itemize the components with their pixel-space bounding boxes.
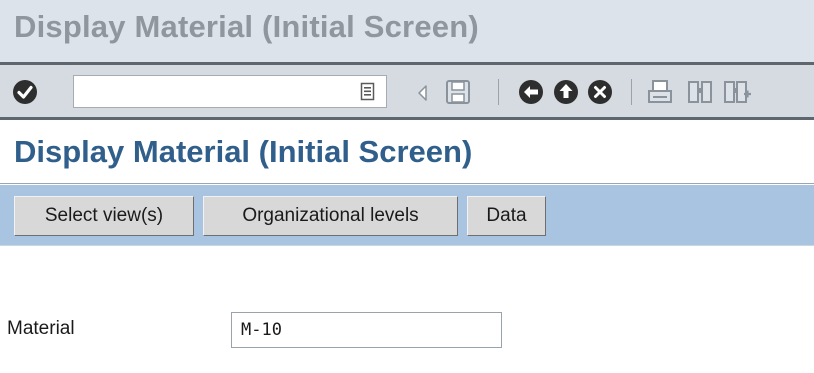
- collapse-left-icon[interactable]: [416, 84, 428, 102]
- window-title-bar: Display Material (Initial Screen): [0, 0, 814, 62]
- exit-icon[interactable]: [552, 78, 580, 106]
- find-next-icon[interactable]: [722, 78, 752, 106]
- back-icon[interactable]: [517, 78, 545, 106]
- command-history-icon[interactable]: [360, 82, 376, 102]
- print-icon[interactable]: [646, 78, 674, 106]
- save-icon[interactable]: [444, 78, 472, 106]
- screen-title-bar: Display Material (Initial Screen): [0, 120, 814, 184]
- cancel-icon[interactable]: [586, 78, 614, 106]
- enter-icon[interactable]: [11, 78, 39, 106]
- screen-title: Display Material (Initial Screen): [14, 134, 473, 169]
- toolbar-separator: [631, 79, 632, 105]
- command-field[interactable]: [73, 75, 387, 108]
- toolbar-separator: [498, 79, 499, 105]
- select-views-button[interactable]: Select view(s): [14, 196, 194, 236]
- data-button[interactable]: Data: [467, 196, 546, 236]
- organizational-levels-button[interactable]: Organizational levels: [203, 196, 458, 236]
- material-label: Material: [7, 318, 75, 339]
- find-icon[interactable]: [686, 78, 714, 106]
- window-title: Display Material (Initial Screen): [14, 9, 479, 44]
- material-input[interactable]: [231, 312, 502, 348]
